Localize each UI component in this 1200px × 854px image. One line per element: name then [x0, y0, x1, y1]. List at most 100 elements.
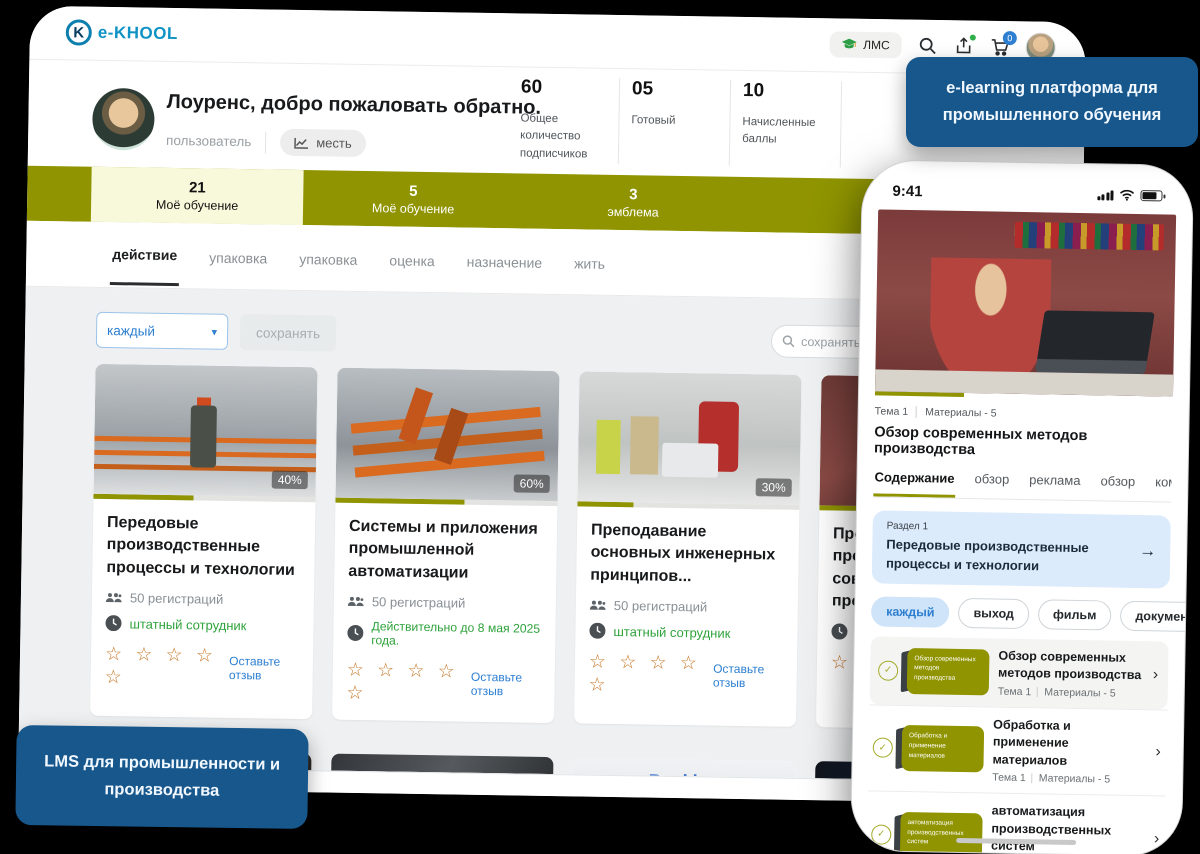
- save-button-label: сохранять: [256, 325, 320, 341]
- category-select[interactable]: каждый ▾: [96, 312, 229, 350]
- lesson-item-3[interactable]: ✓ автоматизация производственных систем …: [867, 791, 1166, 854]
- rating-stars[interactable]: ☆ ☆ ☆ ☆ ☆: [346, 659, 461, 707]
- bookshelf-decor: [1015, 222, 1164, 251]
- tab-live[interactable]: жить: [572, 233, 608, 292]
- tab-action[interactable]: действие: [110, 224, 180, 286]
- welcome-title: Лоуренс, добро пожаловать обратно.: [167, 91, 542, 120]
- divider: [265, 131, 266, 153]
- tab-assignment[interactable]: назначение: [464, 231, 544, 290]
- stat-label: Готовый: [631, 112, 723, 131]
- clock-icon: [105, 615, 121, 631]
- progress-percent-badge: 40%: [272, 471, 308, 490]
- lesson-materials: Материалы - 5: [1044, 686, 1116, 699]
- tab-assessment[interactable]: оценка: [387, 230, 437, 289]
- lesson-title: автоматизация производственных систем: [991, 803, 1146, 854]
- stat-label: Общее количество подписчиков: [520, 110, 613, 163]
- check-circle-icon: ✓: [873, 738, 893, 758]
- share-icon[interactable]: [954, 36, 974, 56]
- arrow-right-icon[interactable]: →: [1139, 541, 1156, 561]
- stage: K e-KHOOL ЛМС 0: [0, 0, 1200, 854]
- phone-tab-overview[interactable]: обзор: [973, 471, 1010, 499]
- clock-icon: [589, 623, 605, 639]
- learnbar-my-learning-active[interactable]: 21 Моё обучение: [91, 167, 304, 225]
- e-khool-logo-icon: K: [66, 19, 92, 45]
- lms-button[interactable]: ЛМС: [830, 31, 902, 58]
- chevron-right-icon[interactable]: ›: [1153, 666, 1161, 684]
- course-card-2[interactable]: 60% Системы и приложения промышленной ав…: [332, 368, 560, 723]
- learnbar-value: 21: [189, 179, 206, 196]
- learnbar-badge[interactable]: 3 эмблема: [523, 174, 744, 232]
- people-icon: [348, 596, 364, 607]
- filter-chips: каждый выход фильм документ ▾: [871, 596, 1169, 631]
- tab-package-2[interactable]: упаковка: [297, 228, 360, 287]
- learnbar-my-learning[interactable]: 5 Моё обучение: [303, 170, 524, 228]
- chevron-down-icon: ▾: [211, 325, 217, 338]
- phone-tab-comments[interactable]: комментарии: [1154, 474, 1172, 502]
- section-label: Раздел 1: [887, 521, 1140, 536]
- people-icon: [106, 592, 122, 603]
- lesson-title: Обзор современных методов производства: [998, 647, 1144, 685]
- section-title: Передовые производственные процессы и те…: [886, 536, 1140, 578]
- callout-line: промышленного обучения: [943, 102, 1161, 129]
- leave-review-link[interactable]: Оставьте отзыв: [229, 654, 299, 683]
- search-icon[interactable]: [918, 36, 938, 56]
- course-image: 60%: [336, 368, 560, 501]
- tab-package-1[interactable]: упаковка: [207, 227, 270, 286]
- save-button[interactable]: сохранять: [240, 314, 337, 352]
- cart-icon[interactable]: 0: [990, 37, 1010, 57]
- rating-stars[interactable]: ☆ ☆ ☆ ☆ ☆: [104, 643, 219, 691]
- phone-course-meta: Тема 1 Материалы - 5: [875, 405, 1173, 422]
- stat-value: 60: [521, 76, 607, 99]
- divider: [1032, 773, 1033, 783]
- phone-tab-contents[interactable]: Содержание: [873, 469, 956, 497]
- clock-icon: [831, 623, 847, 639]
- course-card-1[interactable]: 40% Передовые производственные процессы …: [90, 364, 318, 719]
- lesson-list: ✓ Обзор современных методов производства…: [865, 636, 1168, 854]
- search-icon: [782, 335, 795, 348]
- validity-label: Действительно до 8 мая 2025 года.: [371, 619, 541, 650]
- phone-tab-review[interactable]: обзор: [1099, 473, 1136, 501]
- lesson-title: Обработка и применение материалов: [992, 716, 1147, 771]
- lesson-topic: Тема 1: [998, 685, 1032, 698]
- leave-review-link[interactable]: Оставьте отзыв: [471, 670, 541, 699]
- stat-label: Начисленные баллы: [742, 114, 835, 150]
- learnbar-value: 3: [629, 186, 638, 203]
- lesson-materials: Материалы - 5: [1039, 773, 1111, 786]
- phone-tab-ads[interactable]: реклама: [1028, 472, 1082, 500]
- stat-points: 10 Начисленные баллы: [730, 80, 841, 168]
- phone-course-title: Обзор современных методов производства: [874, 424, 1173, 461]
- chip-all[interactable]: каждый: [871, 596, 950, 627]
- share-status-dot: [970, 35, 976, 41]
- stat-value: 05: [632, 78, 718, 101]
- chip-exit[interactable]: выход: [958, 598, 1029, 629]
- report-button[interactable]: месть: [280, 129, 366, 157]
- lesson-item-1[interactable]: ✓ Обзор современных методов производства…: [870, 636, 1169, 709]
- course-card-3[interactable]: 30% Преподавание основных инженерных при…: [574, 371, 802, 726]
- lesson-topic: Тема 1: [992, 772, 1026, 785]
- chevron-right-icon[interactable]: ›: [1155, 744, 1163, 762]
- lesson-thumbnail: Обработка и применение материалов: [901, 725, 984, 772]
- phone-status-bar: 9:41: [878, 174, 1176, 204]
- chip-document[interactable]: документ ▾: [1120, 600, 1194, 632]
- chevron-right-icon[interactable]: ›: [1154, 830, 1162, 848]
- chip-film[interactable]: фильм: [1038, 599, 1112, 630]
- learnbar-value: 5: [409, 183, 418, 200]
- course-image: 30%: [577, 371, 801, 504]
- callout-elearning: e-learning платформа для промышленного о…: [906, 57, 1198, 147]
- search-placeholder: сохранять: [801, 334, 860, 349]
- chart-icon: [294, 136, 309, 148]
- rating-stars[interactable]: ☆ ☆ ☆ ☆ ☆: [588, 651, 703, 699]
- learnbar-label: эмблема: [607, 205, 658, 220]
- phone-tabs: Содержание обзор реклама обзор комментар…: [873, 469, 1171, 502]
- logo[interactable]: K e-KHOOL: [66, 19, 178, 47]
- section-card[interactable]: Раздел 1 Передовые производственные проц…: [872, 510, 1171, 588]
- lesson-item-2[interactable]: ✓ Обработка и применение материалов Обра…: [868, 704, 1167, 796]
- battery-icon: [1140, 190, 1162, 201]
- divider: [840, 82, 842, 168]
- leave-review-link[interactable]: Оставьте отзыв: [713, 662, 783, 691]
- status-icons: [1097, 189, 1163, 201]
- validity-label: штатный сотрудник: [613, 623, 730, 640]
- learnbar-label: Моё обучение: [372, 201, 455, 216]
- clock-icon: [347, 625, 363, 641]
- course-title: Системы и приложения промышленной автома…: [348, 516, 543, 587]
